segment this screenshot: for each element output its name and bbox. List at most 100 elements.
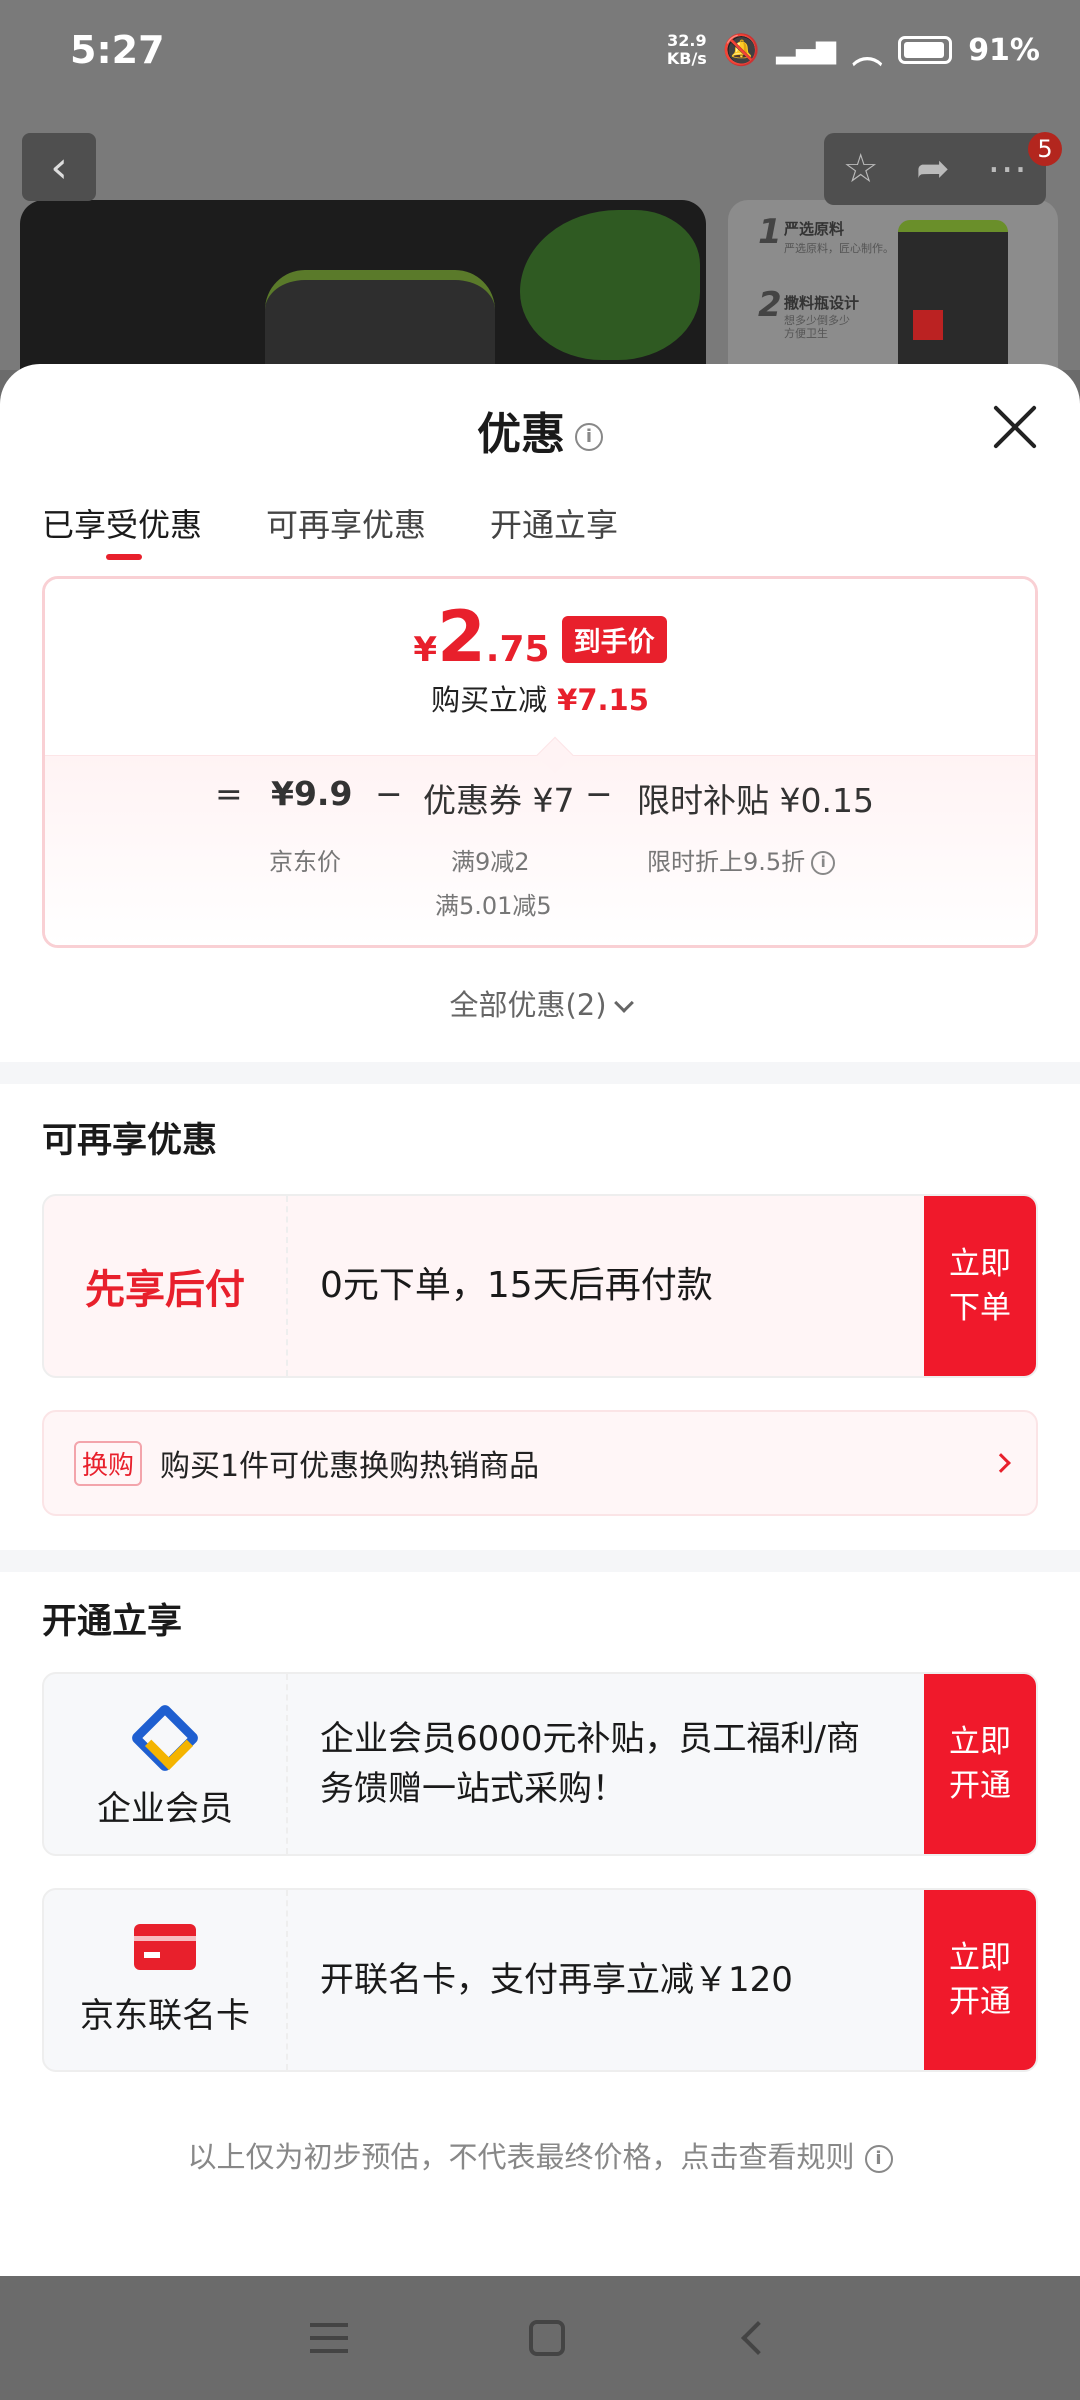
subsidy-note-text: 限时折上9.5折	[647, 848, 806, 876]
minus-sign: −	[585, 774, 613, 813]
step-subtitle: 想多少倒多少 方便卫生	[784, 314, 850, 340]
chevron-left-icon: ‹	[50, 141, 68, 193]
chevron-down-icon	[613, 993, 634, 1013]
button-line: 开通	[949, 1984, 1011, 2020]
step-number: 2	[758, 285, 782, 325]
net-speed-unit: KB/s	[666, 49, 707, 68]
pay-later-label-area: 先享后付	[44, 1196, 288, 1376]
reduction-value: ¥7.15	[557, 683, 649, 717]
currency-symbol: ¥	[413, 630, 438, 670]
equals-sign: =	[215, 774, 243, 813]
tab-open-enjoy[interactable]: 开通立享	[490, 490, 618, 576]
instant-reduction: 购买立减 ¥7.15	[45, 677, 1035, 719]
price-decimal: .75	[485, 629, 550, 670]
share-icon[interactable]: ➦	[916, 146, 950, 192]
pay-later-label: 先享后付	[85, 1267, 245, 1313]
battery-icon	[898, 36, 953, 64]
button-line: 开通	[949, 1768, 1011, 1804]
final-price-tag: 到手价	[561, 616, 667, 663]
jd-price: ¥9.9	[271, 774, 353, 813]
signal-icon: ▂▄▆	[776, 35, 837, 65]
open-now-button[interactable]: 立即 开通	[924, 1674, 1036, 1854]
final-price: ¥ 2 .75 到手价	[45, 601, 1035, 673]
subsidy-amount: 限时补贴 ¥0.15	[637, 781, 874, 820]
rules-footnote[interactable]: 以上仅为初步预估，不代表最终价格，点击查看规则 i	[0, 2134, 1080, 2176]
price-formula-area: = ¥9.9 − 优惠券 ¥7 − 限时补贴 ¥0.15 京东价 满9减2 满5…	[45, 736, 1035, 945]
footnote-text: 以上仅为初步预估，不代表最终价格，点击查看规则	[187, 2140, 855, 2174]
swap-text: 购买1件可优惠换购热销商品	[160, 1449, 540, 1484]
status-bar: 5:27 32.9 KB/s 🔕 ▂▄▆ ︵ 91%	[0, 0, 1080, 100]
step-subtitle: 严选原料，匠心制作。	[784, 242, 894, 255]
swap-tag: 换购	[74, 1440, 143, 1486]
final-price-area: ¥ 2 .75 到手价 购买立减 ¥7.15	[45, 579, 1035, 755]
wifi-icon: ︵	[852, 36, 883, 71]
discount-sheet: 优惠 i 已享受优惠 可再享优惠 开通立享 ¥ 2 .75 到手价 购买立减 ¥7.…	[0, 364, 1080, 2276]
step-number: 1	[758, 212, 782, 252]
all-discounts-toggle[interactable]: 全部优惠(2)	[0, 982, 1080, 1058]
back-button[interactable]: ‹	[22, 133, 96, 201]
cobrand-label-area: 京东联名卡	[44, 1890, 288, 2070]
product-hero-image	[20, 200, 706, 370]
status-icons: 32.9 KB/s 🔕 ▂▄▆ ︵ 91%	[667, 28, 1040, 72]
network-speed: 32.9 KB/s	[667, 32, 707, 68]
info-icon[interactable]: i	[575, 423, 603, 451]
sheet-title-text: 优惠	[477, 409, 565, 460]
sheet-title: 优惠 i	[0, 398, 1080, 462]
tab-enjoyed[interactable]: 已享受优惠	[42, 490, 202, 576]
enterprise-member-icon	[129, 1699, 201, 1773]
coupon-amount: 优惠券 ¥7	[423, 781, 575, 820]
enterprise-member-card[interactable]: 企业会员 企业会员6000元补贴，员工福利/商务馈赠一站式采购！ 立即开通	[42, 1672, 1038, 1856]
cobrand-desc: 开联名卡，支付再享立减￥120	[320, 1960, 793, 2000]
star-icon[interactable]: ☆	[843, 146, 879, 192]
tab-bar: 已享受优惠 可再享优惠 开通立享	[0, 490, 1080, 576]
brand-logo	[913, 310, 943, 340]
cobrand-label: 京东联名卡	[80, 1995, 250, 2036]
section-title-open: 开通立享	[42, 1602, 183, 1642]
more-icon[interactable]: ⋯	[987, 146, 1027, 192]
tab-more-available[interactable]: 可再享优惠	[266, 490, 426, 576]
mute-icon: 🔕	[722, 32, 761, 68]
open-now-button[interactable]: 立即 开通	[924, 1890, 1036, 2070]
section-title-more: 可再享优惠	[42, 1121, 218, 1161]
swap-offer-row[interactable]: 换购 购买1件可优惠换购热销商品	[42, 1410, 1038, 1516]
enterprise-label-area: 企业会员	[44, 1674, 288, 1854]
menu-icon[interactable]	[310, 2323, 349, 2353]
button-line: 下单	[949, 1290, 1011, 1326]
pay-later-desc: 0元下单，15天后再付款	[320, 1265, 713, 1306]
notification-badge: 5	[1028, 132, 1062, 166]
section-divider	[0, 1550, 1080, 1572]
subsidy-note: 限时折上9.5折 i	[647, 842, 836, 877]
button-line: 立即	[949, 1940, 1011, 1976]
product-feature-card: 1 严选原料 严选原料，匠心制作。 2 撒料瓶设计 想多少倒多少 方便卫生	[728, 200, 1058, 370]
top-action-bar: ☆ ➦ ⋯	[824, 133, 1046, 205]
product-jar-image	[898, 220, 1008, 370]
sheet-header: 优惠 i	[0, 364, 1080, 490]
info-icon[interactable]: i	[864, 2145, 893, 2173]
pay-later-card[interactable]: 先享后付 0元下单，15天后再付款 立即 下单	[42, 1194, 1038, 1378]
jar-image	[265, 270, 495, 370]
step-title: 严选原料	[784, 220, 845, 238]
info-icon[interactable]: i	[811, 851, 836, 875]
enterprise-label: 企业会员	[97, 1788, 233, 1829]
net-speed-value: 32.9	[667, 31, 707, 50]
coupon-note: 满9减2	[451, 848, 530, 876]
minus-sign: −	[375, 774, 403, 813]
all-discounts-label: 全部优惠(2)	[449, 988, 607, 1022]
credit-card-icon	[134, 1923, 196, 1970]
coupon-note: 满5.01减5	[435, 892, 552, 920]
status-time: 5:27	[70, 28, 165, 72]
chevron-right-icon	[991, 1453, 1011, 1473]
jd-price-note: 京东价	[269, 848, 341, 876]
section-divider	[0, 1062, 1080, 1084]
close-icon[interactable]	[992, 404, 1038, 450]
back-icon[interactable]	[740, 2321, 775, 2355]
button-line: 立即	[949, 1724, 1011, 1760]
home-icon[interactable]	[528, 2320, 565, 2356]
price-formula: = ¥9.9 − 优惠券 ¥7 − 限时补贴 ¥0.15	[45, 774, 1035, 834]
order-now-button[interactable]: 立即 下单	[924, 1196, 1036, 1376]
enterprise-desc: 企业会员6000元补贴，员工福利/商务馈赠一站式采购！	[320, 1719, 860, 1809]
battery-percent: 91%	[968, 32, 1040, 68]
cobrand-card-offer[interactable]: 京东联名卡 开联名卡，支付再享立减￥120 立即开通	[42, 1888, 1038, 2072]
leaf-image	[520, 210, 700, 360]
step-title: 撒料瓶设计	[784, 294, 860, 312]
